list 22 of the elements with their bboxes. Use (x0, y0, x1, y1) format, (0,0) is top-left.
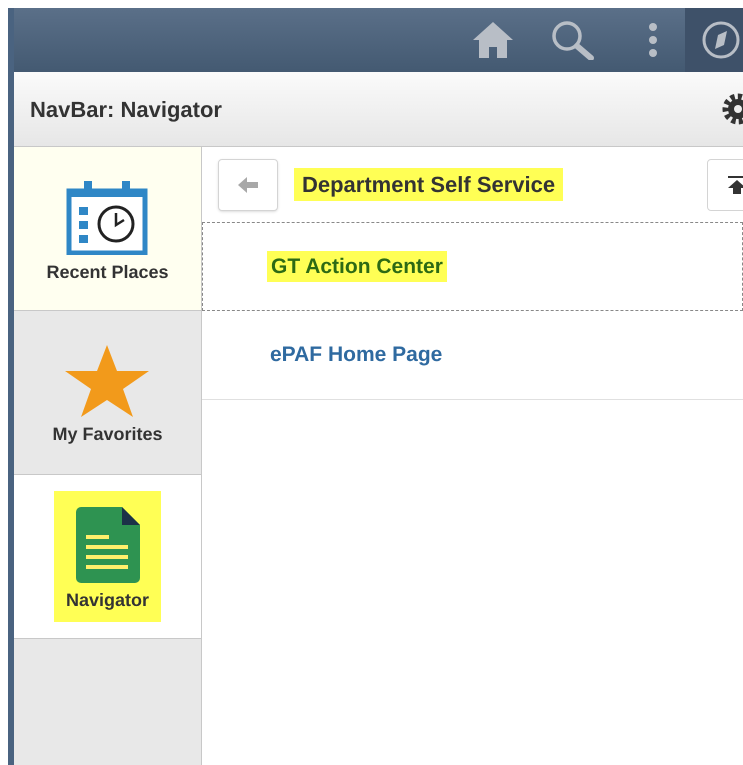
navbar-button[interactable] (685, 8, 743, 72)
collapse-up-icon (727, 176, 743, 194)
navigator-link[interactable]: GT Action Center (267, 250, 447, 282)
navigator-link[interactable]: ePAF Home Page (266, 339, 446, 371)
folder-title: Department Self Service (294, 168, 564, 201)
search-icon (551, 20, 595, 60)
sidebar-label: Navigator (66, 589, 150, 612)
left-arrow-icon (238, 176, 258, 192)
home-icon (473, 22, 513, 58)
sidebar-item[interactable]: Recent Places (14, 147, 201, 311)
sidebar-label: Recent Places (46, 261, 169, 284)
calendar-clock-icon (66, 179, 148, 255)
sidebar-item[interactable]: Navigator (14, 475, 201, 639)
panel-title: NavBar: Navigator (30, 96, 222, 124)
more-icon (648, 22, 658, 58)
navigator-row[interactable]: ePAF Home Page (202, 311, 743, 400)
back-button[interactable] (218, 158, 278, 210)
document-icon (76, 507, 140, 583)
navigator-row[interactable]: GT Action Center (202, 222, 743, 311)
sidebar-label: My Favorites (52, 423, 163, 446)
star-icon (65, 345, 150, 417)
settings-icon (721, 92, 743, 126)
